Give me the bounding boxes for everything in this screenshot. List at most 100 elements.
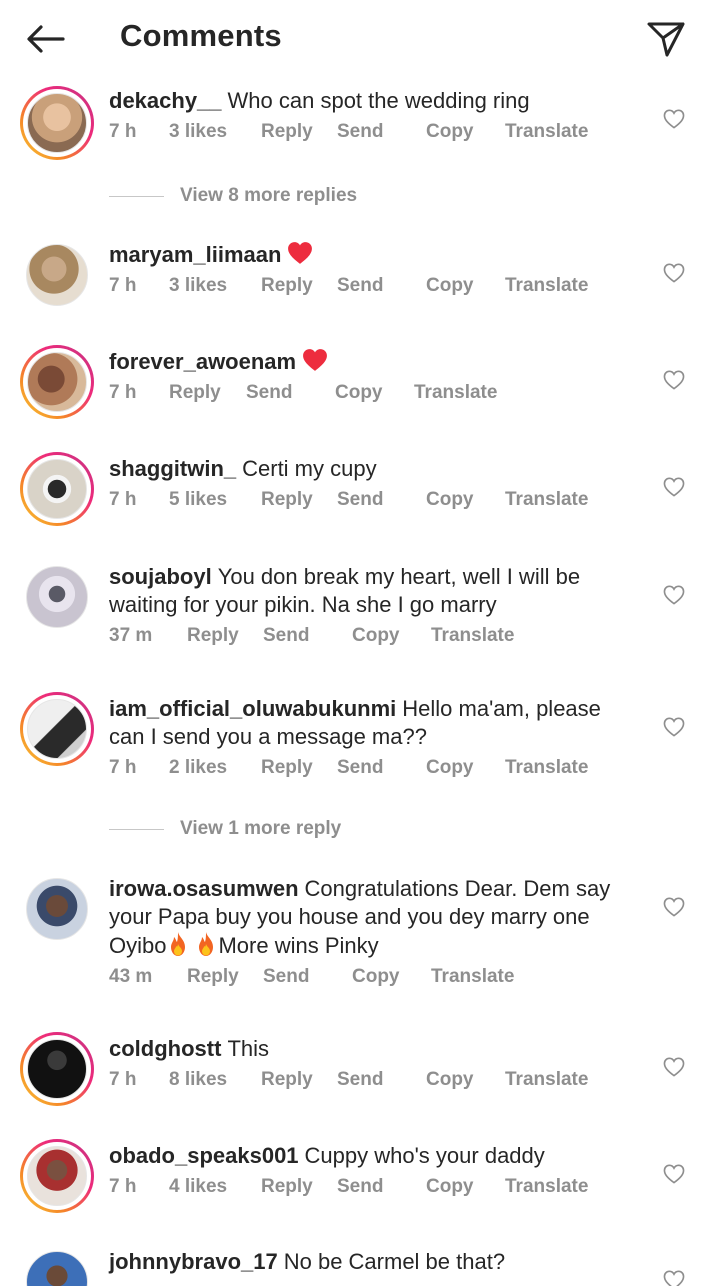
reply-button[interactable]: Reply (261, 1069, 313, 1091)
translate-button[interactable]: Translate (505, 1176, 588, 1198)
avatar-image (27, 1146, 87, 1206)
translate-button[interactable]: Translate (505, 275, 588, 297)
comment-username[interactable]: maryam_liimaan (109, 242, 281, 267)
avatar[interactable] (20, 692, 94, 766)
send-button[interactable]: Send (246, 382, 292, 404)
likes-count[interactable]: 3 likes (169, 275, 227, 297)
send-button[interactable]: Send (337, 121, 383, 143)
view-more-replies-button[interactable]: View 8 more replies (109, 182, 357, 210)
comment-time: 7 h (109, 1176, 137, 1197)
share-button[interactable] (640, 15, 692, 63)
avatar[interactable] (20, 345, 94, 419)
comment-username[interactable]: soujaboyl (109, 564, 212, 589)
page-title: Comments (120, 18, 282, 53)
like-button[interactable] (660, 582, 688, 608)
heart-outline-icon (663, 1057, 685, 1077)
avatar[interactable] (20, 1245, 94, 1286)
copy-button[interactable]: Copy (426, 1069, 474, 1091)
reply-button[interactable]: Reply (187, 625, 239, 647)
likes-count[interactable]: 3 likes (169, 121, 227, 143)
like-button[interactable] (660, 714, 688, 740)
view-more-replies-button[interactable]: View 1 more reply (109, 815, 341, 843)
copy-button[interactable]: Copy (426, 275, 474, 297)
comment-username[interactable]: coldghostt (109, 1036, 221, 1061)
comment-time: 7 h (109, 1069, 137, 1090)
avatar-image (27, 352, 87, 412)
copy-button[interactable]: Copy (426, 757, 474, 779)
comment-username[interactable]: forever_awoenam (109, 349, 296, 374)
fire-emoji-icon (171, 932, 186, 956)
translate-button[interactable]: Translate (505, 1069, 588, 1091)
comment-username[interactable]: dekachy__ (109, 88, 222, 113)
like-button[interactable] (660, 1267, 688, 1286)
reply-button[interactable]: Reply (261, 489, 313, 511)
like-button[interactable] (660, 106, 688, 132)
comment-username[interactable]: shaggitwin_ (109, 456, 236, 481)
send-icon (647, 22, 685, 57)
avatar-image (27, 699, 87, 759)
back-arrow-icon (27, 25, 65, 53)
translate-button[interactable]: Translate (505, 757, 588, 779)
avatar-image (27, 1039, 87, 1099)
copy-button[interactable]: Copy (426, 121, 474, 143)
comment-username[interactable]: obado_speaks001 (109, 1143, 299, 1168)
like-button[interactable] (660, 1054, 688, 1080)
avatar[interactable] (20, 1032, 94, 1106)
comment-text: No be Carmel be that? (283, 1249, 506, 1274)
comment-time: 37 m (109, 625, 153, 646)
like-button[interactable] (660, 474, 688, 500)
copy-button[interactable]: Copy (352, 625, 400, 647)
avatar[interactable] (20, 1139, 94, 1213)
send-button[interactable]: Send (337, 489, 383, 511)
fire-emoji-icon (199, 932, 214, 956)
heart-outline-icon (663, 370, 685, 390)
translate-button[interactable]: Translate (505, 121, 588, 143)
translate-button[interactable]: Translate (431, 625, 514, 647)
send-button[interactable]: Send (263, 966, 309, 988)
comment-username[interactable]: irowa.osasumwen (109, 876, 299, 901)
avatar[interactable] (20, 560, 94, 634)
reply-button[interactable]: Reply (261, 1176, 313, 1198)
like-button[interactable] (660, 367, 688, 393)
copy-button[interactable]: Copy (426, 489, 474, 511)
avatar[interactable] (20, 238, 94, 312)
likes-count[interactable]: 2 likes (169, 757, 227, 779)
like-button[interactable] (660, 260, 688, 286)
reply-button[interactable]: Reply (261, 275, 313, 297)
reply-button[interactable]: Reply (261, 121, 313, 143)
reply-button[interactable]: Reply (261, 757, 313, 779)
likes-count[interactable]: 5 likes (169, 489, 227, 511)
divider-line (109, 828, 164, 830)
copy-button[interactable]: Copy (426, 1176, 474, 1198)
comment-text: Who can spot the wedding ring (227, 88, 530, 113)
likes-count[interactable]: 4 likes (169, 1176, 227, 1198)
avatar[interactable] (20, 872, 94, 946)
like-button[interactable] (660, 1161, 688, 1187)
avatar-image (27, 93, 87, 153)
reply-button[interactable]: Reply (187, 966, 239, 988)
avatar[interactable] (20, 86, 94, 160)
view-more-label: View 8 more replies (180, 185, 358, 206)
send-button[interactable]: Send (263, 625, 309, 647)
send-button[interactable]: Send (337, 757, 383, 779)
comment-time: 43 m (109, 966, 153, 987)
send-button[interactable]: Send (337, 1069, 383, 1091)
reply-button[interactable]: Reply (169, 382, 221, 404)
comment-username[interactable]: iam_official_oluwabukunmi (109, 696, 396, 721)
send-button[interactable]: Send (337, 275, 383, 297)
back-button[interactable] (22, 18, 68, 60)
send-button[interactable]: Send (337, 1176, 383, 1198)
comment-username[interactable]: johnnybravo_17 (109, 1249, 278, 1274)
red-heart-emoji-icon (288, 242, 313, 264)
copy-button[interactable]: Copy (335, 382, 383, 404)
divider-line (109, 195, 164, 197)
translate-button[interactable]: Translate (431, 966, 514, 988)
copy-button[interactable]: Copy (352, 966, 400, 988)
comment-time: 7 h (109, 382, 137, 403)
translate-button[interactable]: Translate (505, 489, 588, 511)
avatar[interactable] (20, 452, 94, 526)
header: Comments (0, 0, 720, 78)
translate-button[interactable]: Translate (414, 382, 497, 404)
like-button[interactable] (660, 894, 688, 920)
likes-count[interactable]: 8 likes (169, 1069, 227, 1091)
